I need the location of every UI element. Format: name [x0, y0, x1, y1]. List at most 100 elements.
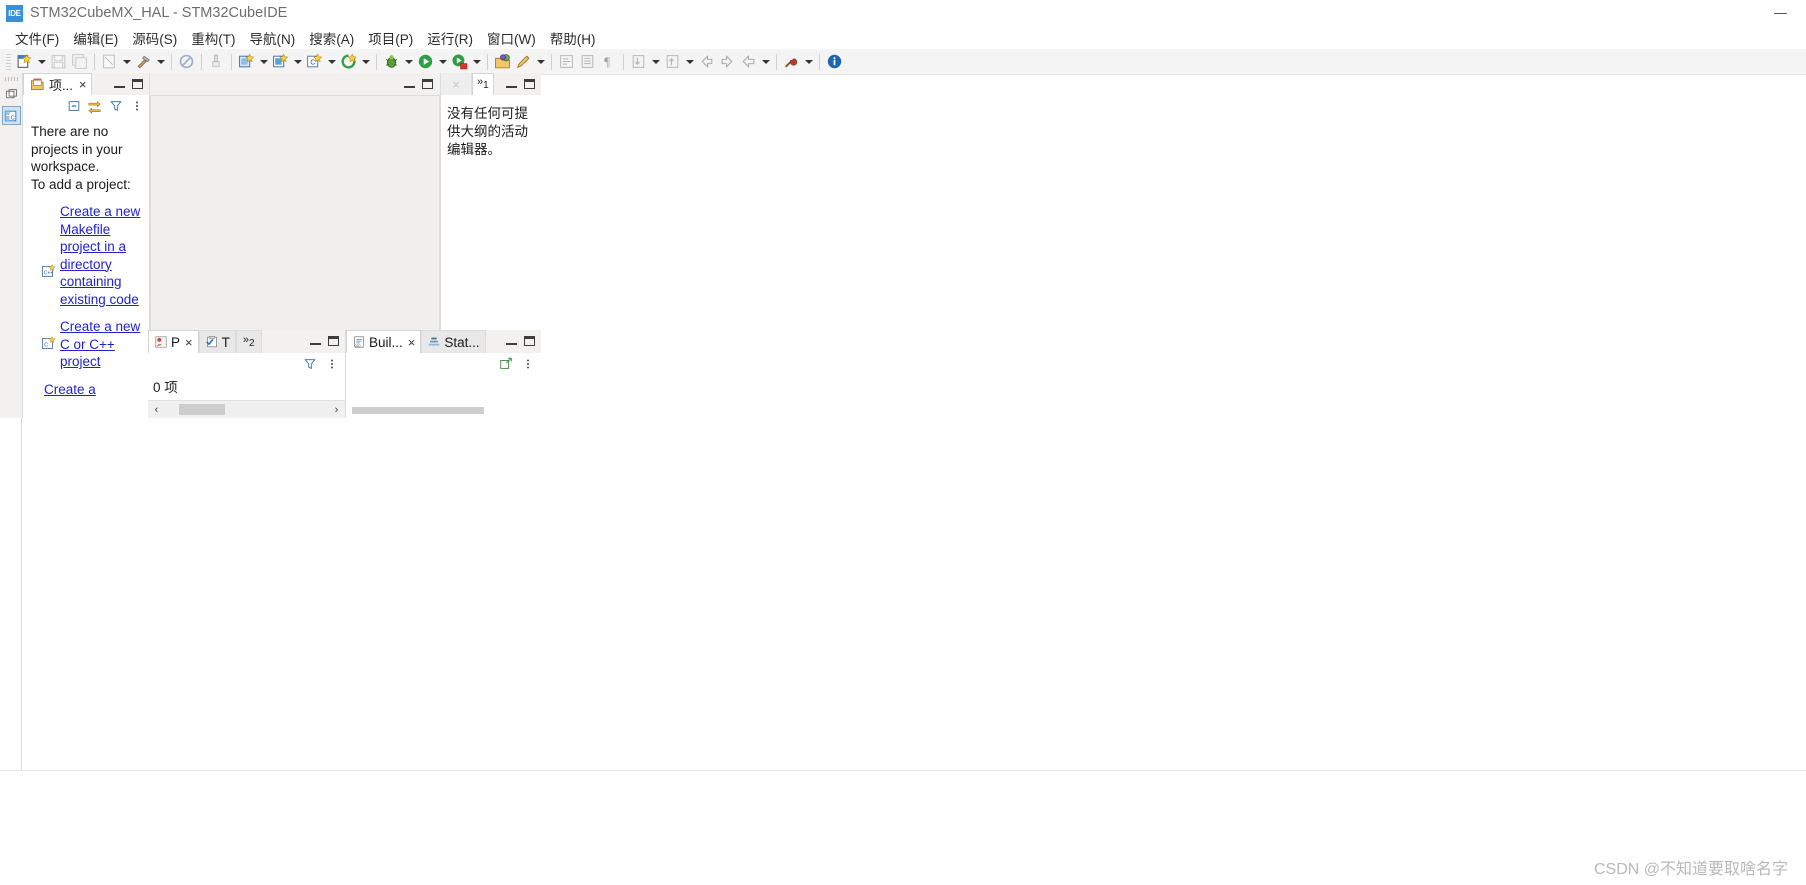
- menu-help[interactable]: 帮助(H): [543, 26, 603, 50]
- maximize-problems-button[interactable]: [327, 335, 340, 348]
- new-wizard-dropdown-icon[interactable]: [35, 51, 48, 72]
- minimize-editor-button[interactable]: [403, 78, 416, 91]
- refresh-icon[interactable]: [338, 51, 359, 72]
- maximize-editor-button[interactable]: [421, 78, 434, 91]
- link-with-editor-icon[interactable]: [87, 99, 102, 114]
- new-c-project-icon[interactable]: C: [304, 51, 325, 72]
- external-tools-icon[interactable]: [781, 51, 802, 72]
- toolbar-separator-2: [171, 53, 172, 70]
- editor-tabrow: [150, 73, 440, 96]
- chevron-more-icon[interactable]: »1: [477, 77, 489, 91]
- run-config-icon[interactable]: [449, 51, 470, 72]
- menu-run[interactable]: 运行(R): [420, 26, 480, 50]
- new-stm32-project-dropdown-icon[interactable]: [257, 51, 270, 72]
- title-bar: IDE STM32CubeMX_HAL - STM32CubeIDE: [0, 0, 1806, 27]
- new-stm32-config-dropdown-icon[interactable]: [291, 51, 304, 72]
- pilcrow-icon: ¶: [598, 51, 619, 72]
- view-menu-icon[interactable]: [520, 357, 535, 372]
- new-c-file-dropdown-icon[interactable]: [120, 51, 133, 72]
- new-c-file-icon: [99, 51, 120, 72]
- debug-dropdown-icon[interactable]: [402, 51, 415, 72]
- tab-static-stack-analyzer[interactable]: Stat...: [421, 330, 486, 353]
- cpp-perspective-icon[interactable]: C: [1, 106, 21, 125]
- scroll-left-icon[interactable]: ‹: [148, 401, 165, 418]
- new-stm32-config-icon[interactable]: [270, 51, 291, 72]
- tab-problems[interactable]: P ×: [148, 330, 199, 353]
- link-create-third[interactable]: Create a: [44, 381, 96, 399]
- close-icon[interactable]: ×: [183, 336, 193, 349]
- link-create-c-cpp-project[interactable]: Create a new C or C++ project: [60, 318, 145, 371]
- previous-annotation-dropdown-icon[interactable]: [683, 51, 696, 72]
- new-stm32-project-icon[interactable]: [236, 51, 257, 72]
- list-item[interactable]: C Create a new C or C++ project: [31, 318, 145, 371]
- menu-window[interactable]: 窗口(W): [480, 26, 543, 50]
- info-icon[interactable]: [824, 51, 845, 72]
- minimize-window-button[interactable]: [1770, 2, 1792, 24]
- tab-project-explorer[interactable]: 项... ×: [23, 73, 93, 95]
- menu-refactor[interactable]: 重构(T): [184, 26, 242, 50]
- problems-view-buttons: [309, 330, 345, 353]
- problems-horizontal-scrollbar[interactable]: ‹ ›: [148, 400, 345, 418]
- menu-source[interactable]: 源码(S): [125, 26, 184, 50]
- external-tools-dropdown-icon[interactable]: [802, 51, 815, 72]
- scroll-track[interactable]: [165, 401, 328, 418]
- maximize-view-button[interactable]: [131, 78, 144, 91]
- new-wizard-icon[interactable]: [14, 51, 35, 72]
- tab-build-analyzer[interactable]: 010 Buil... ×: [346, 330, 422, 353]
- bottom-panel-stack: P × T »2 0 项 ‹ › 010 Buil... × Stat...: [148, 330, 541, 418]
- back-dropdown-icon[interactable]: [759, 51, 772, 72]
- toolbar-grip[interactable]: [6, 53, 11, 70]
- maximize-build-button[interactable]: [523, 335, 536, 348]
- chevron-more-icon[interactable]: »2: [243, 334, 255, 349]
- ghost-tab-close-icon[interactable]: ×: [441, 73, 472, 95]
- maximize-outline-button[interactable]: [523, 78, 536, 91]
- link-create-makefile-project[interactable]: Create a new Makefile project in a direc…: [60, 203, 145, 308]
- menu-bar: 文件(F) 编辑(E) 源码(S) 重构(T) 导航(N) 搜索(A) 项目(P…: [0, 27, 1806, 49]
- new-c-project-dropdown-icon[interactable]: [325, 51, 338, 72]
- fastbar-grip[interactable]: [4, 77, 18, 81]
- menu-file[interactable]: 文件(F): [8, 26, 66, 50]
- menu-navigate[interactable]: 导航(N): [243, 26, 303, 50]
- refresh-dropdown-icon[interactable]: [359, 51, 372, 72]
- close-icon[interactable]: ×: [406, 336, 416, 349]
- project-explorer-view: 项... × There are no projects in your wor…: [23, 73, 150, 418]
- menu-edit[interactable]: 编辑(E): [66, 26, 125, 50]
- open-console-icon[interactable]: [498, 357, 513, 372]
- menu-search[interactable]: 搜索(A): [302, 26, 361, 50]
- highlight-dropdown-icon[interactable]: [534, 51, 547, 72]
- svg-text:C: C: [310, 58, 316, 67]
- scroll-right-icon[interactable]: ›: [328, 401, 345, 418]
- window-title: STM32CubeMX_HAL - STM32CubeIDE: [30, 5, 288, 21]
- close-icon[interactable]: ×: [77, 78, 87, 91]
- view-filter-icon[interactable]: [302, 357, 317, 372]
- problems-toolbar: [148, 353, 345, 375]
- view-filter-icon[interactable]: [108, 99, 123, 114]
- run-icon[interactable]: [415, 51, 436, 72]
- list-item[interactable]: Create a: [31, 381, 145, 399]
- restore-view-icon[interactable]: [2, 85, 21, 104]
- tab-outline[interactable]: »1: [472, 73, 494, 95]
- minimize-build-button[interactable]: [505, 335, 518, 348]
- build-dropdown-icon[interactable]: [154, 51, 167, 72]
- minimize-outline-button[interactable]: [505, 78, 518, 91]
- minimize-view-button[interactable]: [113, 78, 126, 91]
- tab-more-views[interactable]: »2: [235, 330, 262, 353]
- run-config-dropdown-icon[interactable]: [470, 51, 483, 72]
- view-menu-icon[interactable]: [129, 99, 144, 114]
- debug-bug-icon[interactable]: [381, 51, 402, 72]
- list-item[interactable]: C++ Create a new Makefile project in a d…: [31, 203, 145, 308]
- open-perspective-icon[interactable]: [492, 51, 513, 72]
- menu-project[interactable]: 项目(P): [361, 26, 420, 50]
- build-hammer-icon[interactable]: [133, 51, 154, 72]
- run-dropdown-icon[interactable]: [436, 51, 449, 72]
- highlight-pen-icon[interactable]: [513, 51, 534, 72]
- next-annotation-dropdown-icon[interactable]: [649, 51, 662, 72]
- scroll-thumb[interactable]: [179, 404, 225, 415]
- tab-tasks[interactable]: T: [198, 330, 236, 353]
- minimize-problems-button[interactable]: [309, 335, 322, 348]
- scroll-thumb[interactable]: [352, 406, 484, 414]
- view-menu-icon[interactable]: [324, 357, 339, 372]
- collapse-all-icon[interactable]: [66, 99, 81, 114]
- build-horizontal-scrollbar[interactable]: [346, 402, 541, 418]
- statistics-icon: [429, 337, 440, 346]
